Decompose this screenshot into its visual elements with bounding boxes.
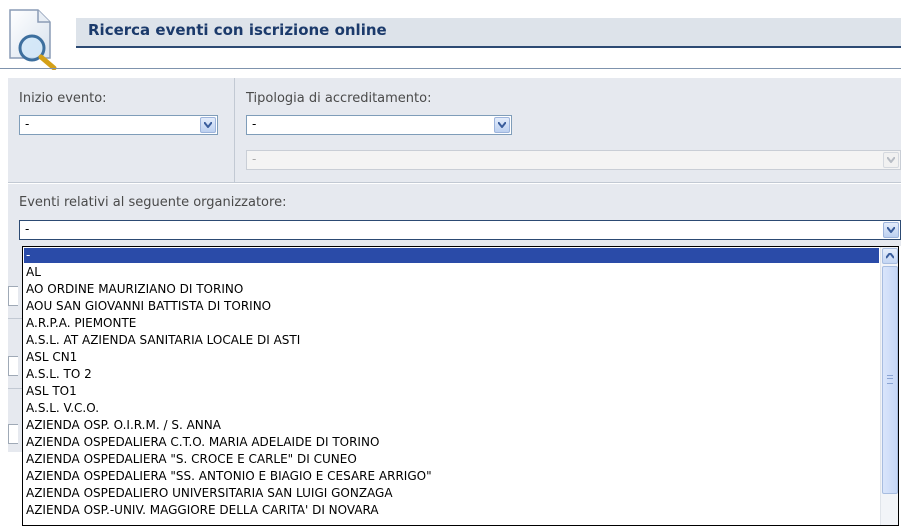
organizzatore-select[interactable]: - xyxy=(19,220,901,240)
tipologia-select[interactable]: - xyxy=(246,115,512,135)
dropdown-option[interactable]: - xyxy=(24,248,879,263)
scrollbar-thumb[interactable] xyxy=(882,266,898,494)
page-title: Ricerca eventi con iscrizione online xyxy=(88,21,387,39)
tipologia-label: Tipologia di accreditamento: xyxy=(246,91,432,106)
organizzatore-dropdown-list[interactable]: - AL AO ORDINE MAURIZIANO DI TORINO AOU SAN… xyxy=(22,246,899,526)
dropdown-option[interactable]: AZIENDA OSP.-UNIV. MAGGIORE DELLA CARITA… xyxy=(24,503,879,518)
dropdown-option[interactable]: A.S.L. V.C.O. xyxy=(24,401,879,416)
dropdown-option[interactable]: AO ORDINE MAURIZIANO DI TORINO xyxy=(24,282,879,297)
filter-panel-lower xyxy=(8,246,22,452)
dropdown-option[interactable]: AZIENDA OSPEDALIERO UNIVERSITARIA SAN LU… xyxy=(24,486,879,501)
dropdown-option[interactable]: AZIENDA OSPEDALIERA C.T.O. MARIA ADELAID… xyxy=(24,435,879,450)
divider xyxy=(8,182,901,183)
dropdown-option[interactable]: ASL CN1 xyxy=(24,350,879,365)
dropdown-option[interactable]: AL xyxy=(24,265,879,280)
scrollbar[interactable] xyxy=(880,247,898,525)
dropdown-option[interactable]: AOU SAN GIOVANNI BATTISTA DI TORINO xyxy=(24,299,879,314)
title-bar: Ricerca eventi con iscrizione online xyxy=(76,18,901,48)
hidden-field xyxy=(8,286,18,306)
tipologia-sub-select[interactable]: - xyxy=(246,150,901,170)
chevron-down-icon xyxy=(883,222,899,238)
divider xyxy=(8,388,22,389)
hidden-field xyxy=(8,356,18,376)
dropdown-option[interactable]: AZIENDA OSPEDALIERA "S. CROCE E CARLE" D… xyxy=(24,452,879,467)
grip-icon xyxy=(887,375,893,384)
dropdown-option[interactable]: AZIENDA OSP. O.I.R.M. / S. ANNA xyxy=(24,418,879,433)
scroll-up-button[interactable] xyxy=(882,248,898,264)
organizzatore-label: Eventi relativi al seguente organizzator… xyxy=(19,195,287,210)
dropdown-option[interactable]: AZIENDA OSPEDALIERA "SS. ANTONIO E BIAGI… xyxy=(24,469,879,484)
chevron-down-icon xyxy=(883,152,899,168)
dropdown-option[interactable]: A.S.L. AT AZIENDA SANITARIA LOCALE DI AS… xyxy=(24,333,879,348)
inizio-evento-select[interactable]: - xyxy=(19,115,218,135)
dropdown-option[interactable]: ASL TO1 xyxy=(24,384,879,399)
divider xyxy=(8,318,22,319)
dropdown-option[interactable]: A.S.L. TO 2 xyxy=(24,367,879,382)
search-document-icon xyxy=(8,8,64,71)
divider xyxy=(234,78,235,182)
hidden-field xyxy=(8,424,18,444)
divider xyxy=(0,68,901,69)
chevron-down-icon xyxy=(200,117,216,133)
dropdown-option[interactable]: A.R.P.A. PIEMONTE xyxy=(24,316,879,331)
inizio-evento-label: Inizio evento: xyxy=(19,91,107,106)
chevron-down-icon xyxy=(494,117,510,133)
